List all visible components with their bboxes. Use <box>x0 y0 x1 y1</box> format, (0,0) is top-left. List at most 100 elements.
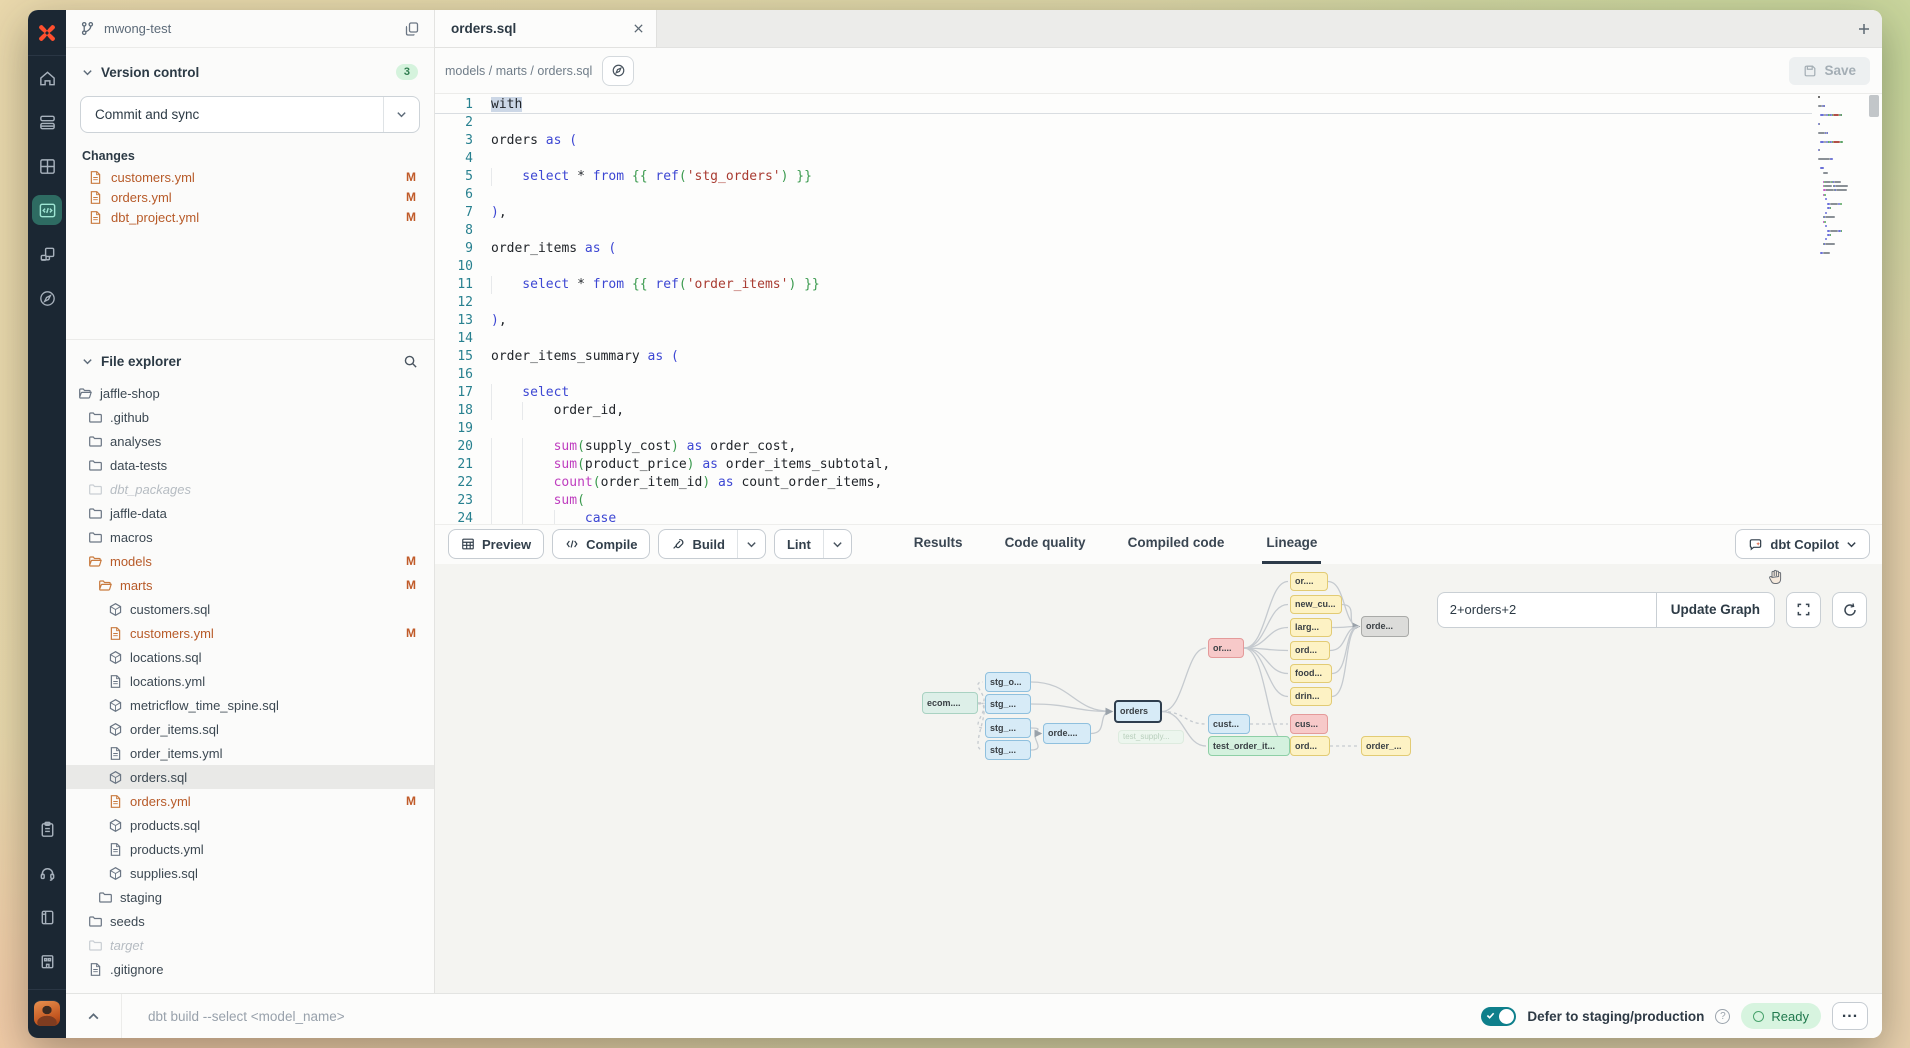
tab-orders-sql[interactable]: orders.sql <box>435 10 657 47</box>
lineage-node-ordery2[interactable]: order_... <box>1361 736 1411 756</box>
lineage-node-stg3[interactable]: stg_... <box>985 718 1031 738</box>
file-tree-item[interactable]: .gitignore <box>66 957 434 981</box>
build-dropdown-chevron[interactable] <box>737 530 765 558</box>
file-tree-item[interactable]: locations.yml <box>66 669 434 693</box>
storefront-icon[interactable] <box>32 946 62 976</box>
defer-toggle[interactable] <box>1481 1007 1516 1026</box>
lineage-node-orpink[interactable]: or.... <box>1208 638 1244 658</box>
main-area: orders.sql models / marts / orders.sql <box>435 10 1882 993</box>
file-tree-item[interactable]: dbt_packages <box>66 477 434 501</box>
search-icon[interactable] <box>403 354 418 369</box>
info-icon[interactable]: ? <box>1715 1009 1730 1024</box>
file-tree-item[interactable]: jaffle-data <box>66 501 434 525</box>
compass-icon[interactable] <box>602 56 634 86</box>
lineage-node-cust[interactable]: cust... <box>1208 714 1250 734</box>
changed-file-row[interactable]: customers.yml M <box>66 167 434 187</box>
notes-icon[interactable] <box>32 814 62 844</box>
lineage-node-y1[interactable]: or.... <box>1290 572 1328 591</box>
lineage-node-y5[interactable]: food... <box>1290 664 1332 683</box>
file-tree-item[interactable]: staging <box>66 885 434 909</box>
file-tree-item[interactable]: orders.ymlM <box>66 789 434 813</box>
tab-lineage[interactable]: Lineage <box>1262 525 1321 564</box>
orchestration-icon[interactable] <box>32 239 62 269</box>
explore-icon[interactable] <box>32 283 62 313</box>
chevron-down-icon[interactable] <box>383 97 419 132</box>
commit-and-sync-button[interactable]: Commit and sync <box>80 96 420 133</box>
preview-button[interactable]: Preview <box>448 529 544 559</box>
chevron-up-icon[interactable] <box>66 994 122 1038</box>
file-tree-item[interactable]: products.sql <box>66 813 434 837</box>
lineage-selector-input[interactable]: 2+orders+2 <box>1438 593 1656 627</box>
lineage-node-stg1[interactable]: stg_o... <box>985 672 1031 692</box>
file-tree-item[interactable]: metricflow_time_spine.sql <box>66 693 434 717</box>
chevron-down-icon[interactable] <box>82 356 93 367</box>
chevron-down-icon[interactable] <box>82 67 93 78</box>
lineage-node-y2[interactable]: new_cu... <box>1290 595 1342 614</box>
file-tree-item[interactable]: target <box>66 933 434 957</box>
stack-icon[interactable] <box>32 107 62 137</box>
lineage-node-stg2[interactable]: stg_... <box>985 694 1031 714</box>
more-icon[interactable]: ... <box>1832 1002 1868 1030</box>
file-tree-item[interactable]: seeds <box>66 909 434 933</box>
scrollbar-thumb[interactable] <box>1869 95 1879 117</box>
lineage-panel[interactable]: ecom....stg_o...stg_...stg_...stg_...ord… <box>435 564 1882 994</box>
ide-icon[interactable] <box>32 195 62 225</box>
dbt-logo[interactable] <box>28 10 66 56</box>
tab-results[interactable]: Results <box>910 525 967 564</box>
changed-file-row[interactable]: orders.yml M <box>66 187 434 207</box>
file-tree-item[interactable]: order_items.sql <box>66 717 434 741</box>
lineage-node-stg4[interactable]: stg_... <box>985 740 1031 760</box>
file-tree-item[interactable]: jaffle-shop <box>66 381 434 405</box>
lineage-node-ordy[interactable]: ord... <box>1290 736 1330 756</box>
support-icon[interactable] <box>32 858 62 888</box>
lineage-node-y4[interactable]: ord... <box>1290 641 1330 660</box>
lint-dropdown-chevron[interactable] <box>823 530 851 558</box>
lineage-node-y6[interactable]: drin... <box>1290 687 1332 706</box>
lint-button[interactable]: Lint <box>774 529 852 559</box>
lineage-node-cuspink[interactable]: cus... <box>1290 714 1328 734</box>
save-button[interactable]: Save <box>1789 57 1870 85</box>
file-tree-item[interactable]: customers.ymlM <box>66 621 434 645</box>
file-tree-item[interactable]: macros <box>66 525 434 549</box>
home-icon[interactable] <box>32 63 62 93</box>
file-tree-item[interactable]: orders.sql <box>66 765 434 789</box>
lineage-node-ecom[interactable]: ecom.... <box>922 692 978 714</box>
file-tree-item[interactable]: locations.sql <box>66 645 434 669</box>
compile-button[interactable]: Compile <box>552 529 650 559</box>
file-name: orders.sql <box>130 770 187 785</box>
file-tree-item[interactable]: supplies.sql <box>66 861 434 885</box>
lineage-node-ordegray[interactable]: orde... <box>1361 616 1409 637</box>
code-line: 5 select * from {{ ref('stg_orders') }} <box>435 168 1812 186</box>
lineage-node-y3[interactable]: larg... <box>1290 618 1332 637</box>
refresh-icon[interactable] <box>1832 592 1867 628</box>
grid-icon[interactable] <box>32 151 62 181</box>
dbt-copilot-button[interactable]: dbt Copilot <box>1735 529 1870 559</box>
new-tab-button[interactable] <box>1846 10 1882 47</box>
update-graph-button[interactable]: Update Graph <box>1656 593 1774 627</box>
close-icon[interactable] <box>633 23 644 34</box>
file-tree-item[interactable]: order_items.yml <box>66 741 434 765</box>
file-tree-item[interactable]: .github <box>66 405 434 429</box>
tab-strip: orders.sql <box>435 10 1882 48</box>
build-button[interactable]: Build <box>658 529 766 559</box>
lineage-node-testorder[interactable]: test_order_it... <box>1208 736 1290 756</box>
tab-code-quality[interactable]: Code quality <box>1001 525 1090 564</box>
lineage-node-orders[interactable]: orders <box>1114 700 1162 723</box>
docs-icon[interactable] <box>32 902 62 932</box>
file-tree-item[interactable]: products.yml <box>66 837 434 861</box>
file-tree-item[interactable]: customers.sql <box>66 597 434 621</box>
code-editor[interactable]: 1with23orders as (45 select * from {{ re… <box>435 94 1882 524</box>
copy-icon[interactable] <box>404 21 420 37</box>
sidebar: mwong-test Version control 3 Commit and <box>66 10 435 993</box>
file-tree-item[interactable]: modelsM <box>66 549 434 573</box>
user-avatar[interactable] <box>34 1000 60 1026</box>
tab-compiled-code[interactable]: Compiled code <box>1124 525 1229 564</box>
lineage-node-ordestg[interactable]: orde.... <box>1043 723 1091 744</box>
file-tree-item[interactable]: data-tests <box>66 453 434 477</box>
file-tree-item[interactable]: analyses <box>66 429 434 453</box>
file-tree-item[interactable]: martsM <box>66 573 434 597</box>
changed-file-row[interactable]: dbt_project.yml M <box>66 207 434 227</box>
fullscreen-icon[interactable] <box>1786 592 1821 628</box>
command-input[interactable]: dbt build --select <model_name> <box>122 1009 1481 1024</box>
model-icon <box>108 602 123 617</box>
